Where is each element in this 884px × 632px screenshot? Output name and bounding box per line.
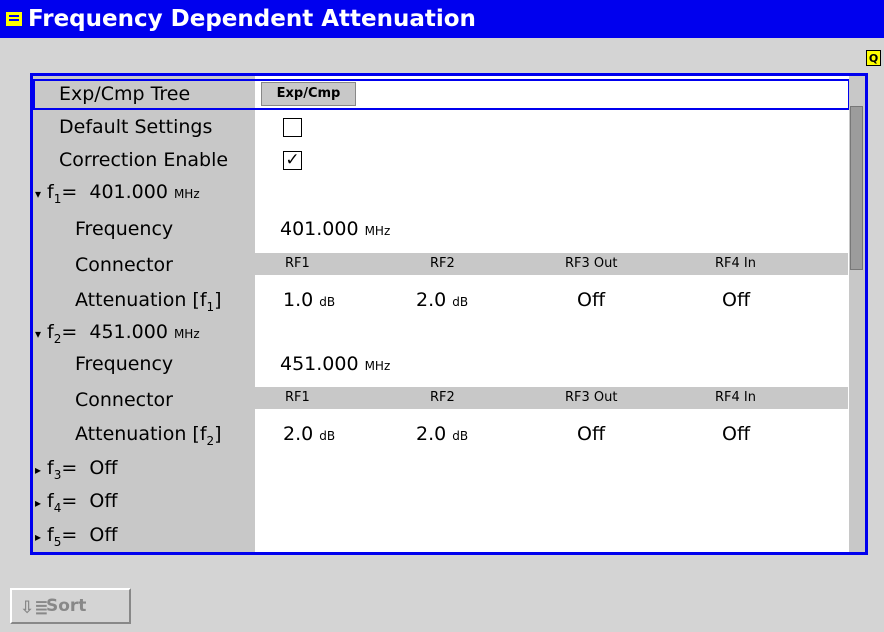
f1-connector-label: Connector [75, 254, 173, 276]
f3-node[interactable]: ▸ f3= Off [35, 456, 117, 487]
connector-rf3-out: RF3 Out [565, 390, 618, 405]
connector-rf3-out: RF3 Out [565, 256, 618, 271]
f2-attenuation-rf1[interactable]: 2.0 dB [283, 422, 335, 448]
f1-connector-row: RF1 RF2 RF3 Out RF4 In [255, 253, 848, 275]
sort-button-label: Sort [46, 596, 87, 616]
expand-down-icon: ▾ [35, 327, 42, 341]
scrollbar-thumb[interactable] [850, 106, 863, 270]
f1-attenuation-rf3-out[interactable]: Off [577, 288, 605, 312]
connector-rf2: RF2 [430, 256, 455, 271]
sort-icon: ⇩≣ [20, 598, 49, 618]
f2-attenuation-rf2[interactable]: 2.0 dB [416, 422, 468, 448]
expand-right-icon: ▸ [35, 496, 42, 510]
f1-attenuation-label: Attenuation [f1] [75, 289, 222, 314]
window-title: Frequency Dependent Attenuation [28, 6, 476, 32]
f2-connector-label: Connector [75, 389, 173, 411]
f2-frequency-value[interactable]: 451.000 MHz [280, 352, 390, 378]
title-bar: Frequency Dependent Attenuation [0, 0, 884, 38]
f2-attenuation-rf4-in[interactable]: Off [722, 422, 750, 446]
sort-button[interactable]: ⇩≣ Sort [10, 588, 131, 624]
f1-attenuation-rf4-in[interactable]: Off [722, 288, 750, 312]
expand-right-icon: ▸ [35, 530, 42, 544]
connector-rf1: RF1 [285, 390, 310, 405]
connector-rf2: RF2 [430, 390, 455, 405]
correction-enable-label: Correction Enable [59, 149, 229, 171]
default-settings-label: Default Settings [59, 116, 213, 138]
expand-down-icon: ▾ [35, 187, 42, 201]
connector-rf1: RF1 [285, 256, 310, 271]
connector-rf4-in: RF4 In [715, 256, 756, 271]
expand-right-icon: ▸ [35, 463, 42, 477]
f2-connector-row: RF1 RF2 RF3 Out RF4 In [255, 387, 848, 409]
settings-table: Exp/Cmp Tree Exp/Cmp Default Settings Co… [30, 73, 868, 555]
f1-attenuation-rf1[interactable]: 1.0 dB [283, 288, 335, 314]
f5-node[interactable]: ▸ f5= Off [35, 523, 117, 554]
menu-icon[interactable] [6, 12, 22, 26]
f1-frequency-value[interactable]: 401.000 MHz [280, 217, 390, 243]
exp-cmp-button[interactable]: Exp/Cmp [261, 82, 356, 106]
connector-rf4-in: RF4 In [715, 390, 756, 405]
f1-frequency-label: Frequency [75, 218, 174, 240]
correction-enable-checkbox[interactable]: ✓ [283, 151, 302, 170]
f2-node[interactable]: ▾ f2= 451.000 MHz [35, 320, 200, 351]
tree-label: Exp/Cmp Tree [59, 83, 191, 105]
f2-attenuation-label: Attenuation [f2] [75, 423, 222, 448]
vertical-scrollbar[interactable] [849, 76, 865, 552]
status-indicator: Q [866, 50, 881, 66]
default-settings-checkbox[interactable] [283, 118, 302, 137]
f4-node[interactable]: ▸ f4= Off [35, 489, 117, 520]
f2-attenuation-rf3-out[interactable]: Off [577, 422, 605, 446]
f1-attenuation-rf2[interactable]: 2.0 dB [416, 288, 468, 314]
f2-frequency-label: Frequency [75, 353, 174, 375]
f1-node[interactable]: ▾ f1= 401.000 MHz [35, 180, 200, 211]
